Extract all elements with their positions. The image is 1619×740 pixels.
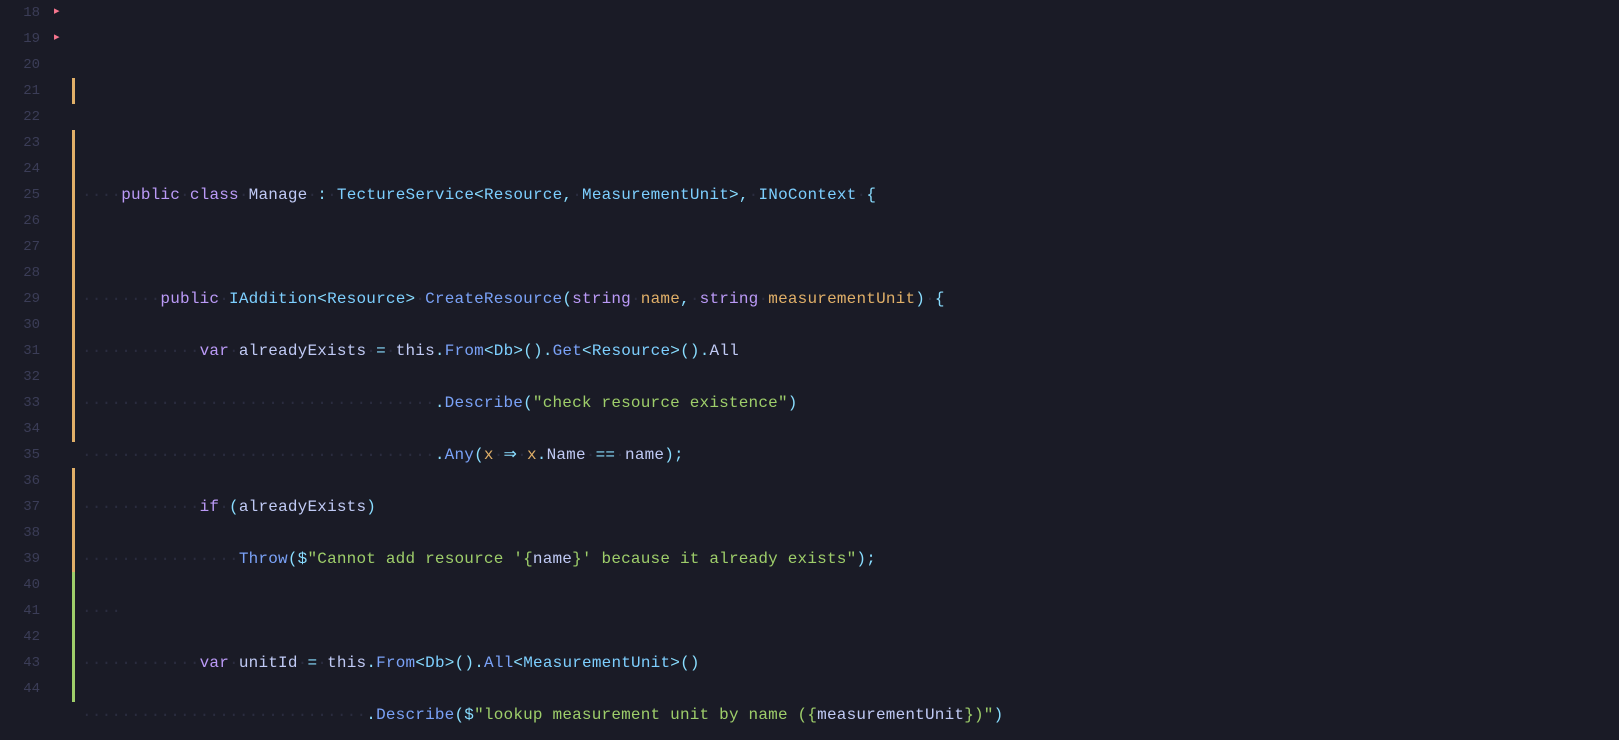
code-editor[interactable]: 1819202122232425262728293031323334353637… [0,0,1619,740]
fold-column: ▸▸ [52,0,72,740]
line-number: 40 [0,572,48,598]
line-number: 36 [0,468,48,494]
line-number: 27 [0,234,48,260]
line-number: 44 [0,676,48,702]
fold-marker-icon[interactable]: ▸ [54,4,60,18]
fold-marker-icon[interactable]: ▸ [54,30,60,44]
diff-modified-marker [72,78,75,104]
diff-added-marker [72,572,75,702]
code-line[interactable] [82,130,1619,156]
line-number: 26 [0,208,48,234]
code-line[interactable]: ············if·(alreadyExists) [82,494,1619,520]
code-line[interactable] [82,78,1619,104]
code-line[interactable]: ············var·unitId·=·this.From<Db>()… [82,650,1619,676]
line-number: 41 [0,598,48,624]
diff-modified-marker [72,130,75,442]
line-number: 38 [0,520,48,546]
line-number: 37 [0,494,48,520]
code-line[interactable] [82,26,1619,52]
code-line[interactable] [82,234,1619,260]
line-number: 39 [0,546,48,572]
line-number: 32 [0,364,48,390]
line-number: 30 [0,312,48,338]
line-number: 43 [0,650,48,676]
code-line[interactable]: ·····························.Describe($… [82,702,1619,728]
code-line[interactable]: ····································.Any… [82,442,1619,468]
line-number: 18 [0,0,48,26]
code-line[interactable]: ········public·IAddition<Resource>·Creat… [82,286,1619,312]
line-number: 29 [0,286,48,312]
line-number: 22 [0,104,48,130]
line-number: 42 [0,624,48,650]
line-number: 35 [0,442,48,468]
line-number: 25 [0,182,48,208]
code-line[interactable]: ····public·class·Manage·:·TectureService… [82,182,1619,208]
code-line[interactable]: ················Throw($"Cannot add resou… [82,546,1619,572]
line-number-gutter: 1819202122232425262728293031323334353637… [0,0,52,740]
code-line[interactable]: ···· [82,598,1619,624]
line-number: 24 [0,156,48,182]
line-number: 21 [0,78,48,104]
code-line[interactable]: ····································.Des… [82,390,1619,416]
diff-gutter [72,0,76,740]
line-number: 28 [0,260,48,286]
diff-modified-marker [72,468,75,572]
code-line[interactable]: ············var·alreadyExists·=·this.Fro… [82,338,1619,364]
code-area[interactable]: ····public·class·Manage·:·TectureService… [76,0,1619,740]
line-number: 31 [0,338,48,364]
line-number: 34 [0,416,48,442]
line-number: 20 [0,52,48,78]
line-number: 19 [0,26,48,52]
line-number: 33 [0,390,48,416]
line-number: 23 [0,130,48,156]
